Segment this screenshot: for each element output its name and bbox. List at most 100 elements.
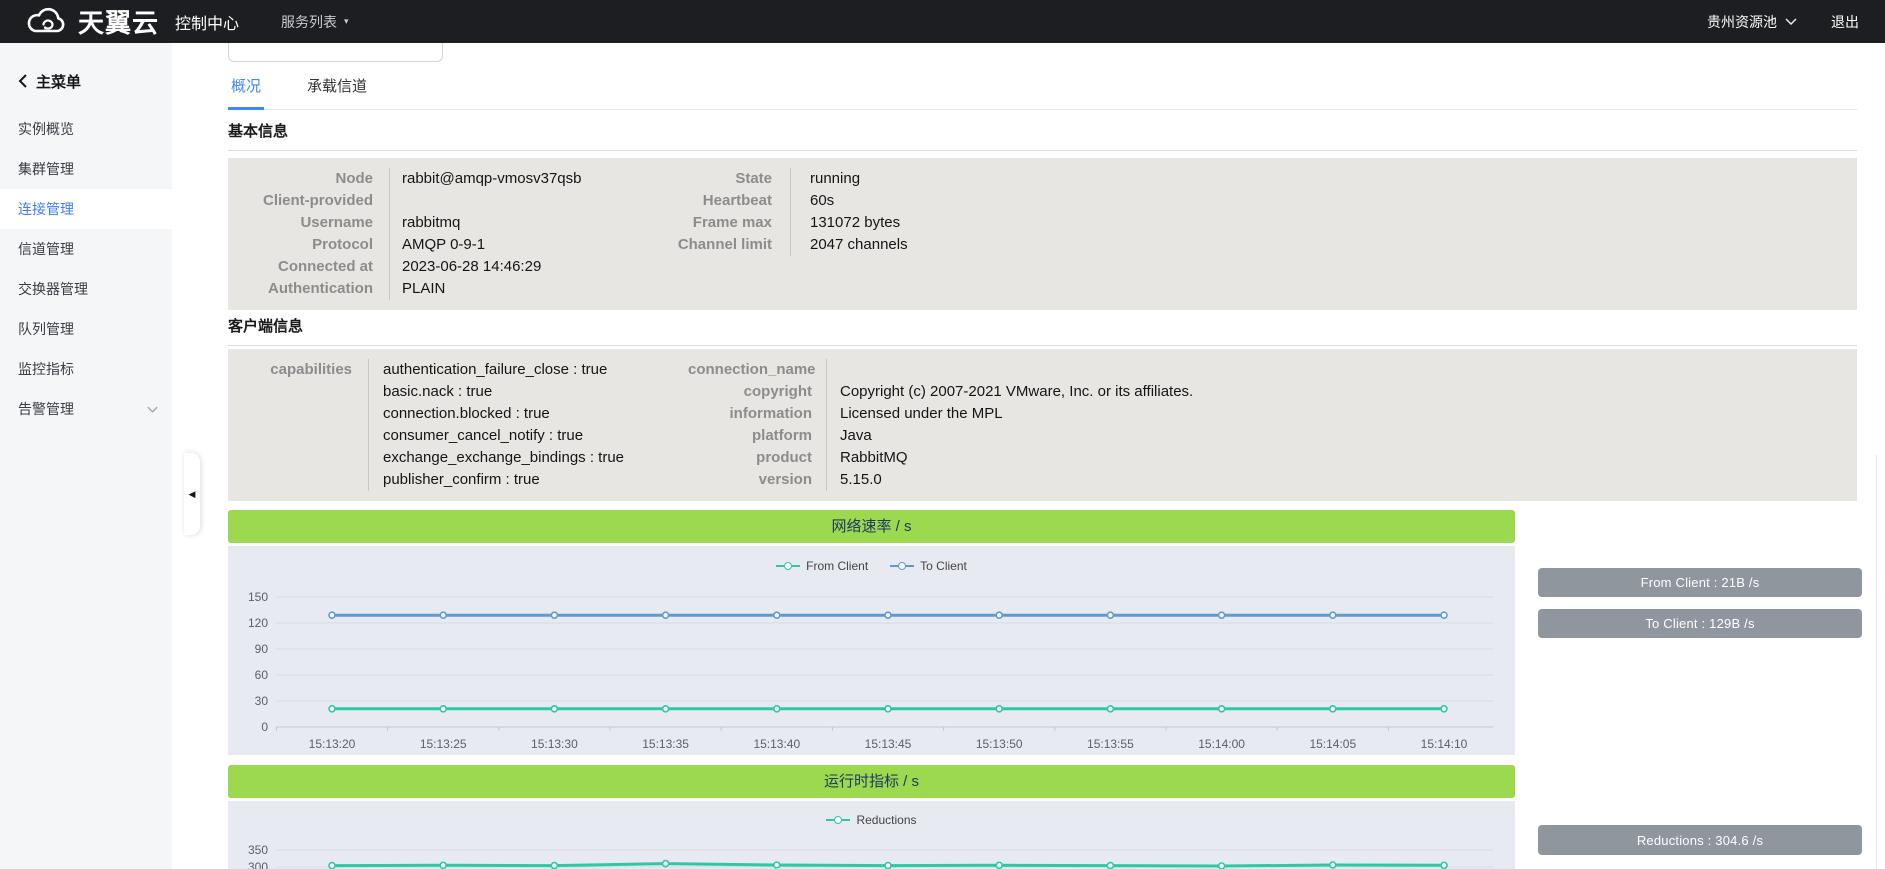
svg-text:90: 90 [255, 642, 269, 656]
svg-text:0: 0 [261, 720, 268, 734]
svg-text:15:13:50: 15:13:50 [976, 737, 1023, 751]
table-line: exchange_exchange_bindings : true [383, 447, 688, 469]
region-label: 贵州资源池 [1707, 12, 1777, 32]
legend-item-To Client[interactable]: To Client [890, 559, 967, 573]
region-selector[interactable]: 贵州资源池 [1707, 12, 1797, 32]
logout-button[interactable]: 退出 [1831, 12, 1859, 32]
sidebar-item-监控指标[interactable]: 监控指标 [0, 349, 172, 389]
chevron-down-icon [147, 406, 158, 413]
basic-info-title: 基本信息 [228, 120, 1857, 151]
connection-select[interactable] [228, 43, 443, 62]
legend-item-Reductions[interactable]: Reductions [826, 813, 916, 827]
basic-right-values: running60s131072 bytes2047 channels [790, 168, 908, 256]
sidebar-item-实例概览[interactable]: 实例概览 [0, 109, 172, 149]
table-line: version [688, 469, 812, 491]
sidebar-item-告警管理[interactable]: 告警管理 [0, 389, 172, 429]
services-menu[interactable]: 服务列表 ▾ [281, 12, 349, 32]
panel-border [1876, 455, 1877, 869]
table-line: State [661, 168, 772, 190]
sidebar-item-label: 信道管理 [18, 239, 74, 259]
table-line: Connected at [228, 256, 373, 278]
legend-item-From Client[interactable]: From Client [776, 559, 868, 573]
sidebar-item-信道管理[interactable]: 信道管理 [0, 229, 172, 269]
table-line: Username [228, 212, 373, 234]
tab-bar: 概况 承载信道 [228, 73, 1857, 110]
client-right-labels: connection_namecopyrightinformationplatf… [688, 359, 826, 491]
sidebar-item-label: 监控指标 [18, 359, 74, 379]
from-client-rate-badge: From Client : 21B /s [1538, 568, 1862, 597]
legend-marker-icon [826, 819, 850, 821]
back-to-main-menu[interactable]: 主菜单 [0, 67, 172, 95]
svg-text:30: 30 [255, 694, 269, 708]
svg-text:15:13:55: 15:13:55 [1087, 737, 1134, 751]
table-line: publisher_confirm : true [383, 469, 688, 491]
sidebar-item-label: 连接管理 [18, 199, 74, 219]
table-line: rabbit@amqp-vmosv37qsb [402, 168, 661, 190]
network-rate-plot: 150120906030015:13:2015:13:2515:13:3015:… [228, 578, 1515, 755]
runtime-metrics-chart-title: 运行时指标 / s [228, 765, 1515, 798]
table-line: 131072 bytes [810, 212, 908, 234]
sidebar-item-队列管理[interactable]: 队列管理 [0, 309, 172, 349]
tab-承载信道[interactable]: 承载信道 [304, 75, 370, 109]
client-info-table: capabilities authentication_failure_clos… [228, 349, 1857, 501]
network-rate-chart-title: 网络速率 / s [228, 510, 1515, 543]
main-content: 概况 承载信道 基本信息 NodeClient-providedUsernameP… [228, 43, 1857, 869]
runtime-metrics-chart-body: Reductions 35030025020015010050015:13:20… [228, 801, 1515, 869]
svg-text:15:14:00: 15:14:00 [1198, 737, 1245, 751]
svg-text:120: 120 [248, 616, 268, 630]
sidebar-item-连接管理[interactable]: 连接管理 [0, 189, 172, 229]
top-navbar: 天翼云 控制中心 服务列表 ▾ 贵州资源池 退出 [0, 0, 1885, 43]
table-line: Java [840, 425, 1193, 447]
legend-label: To Client [920, 559, 967, 573]
table-line: Copyright (c) 2007-2021 VMware, Inc. or … [840, 381, 1193, 403]
table-line [228, 469, 352, 491]
client-left-labels: capabilities [228, 359, 368, 491]
table-line: consumer_cancel_notify : true [383, 425, 688, 447]
network-rate-legend: From Client To Client [228, 546, 1515, 578]
svg-text:15:13:45: 15:13:45 [865, 737, 912, 751]
svg-text:15:14:05: 15:14:05 [1309, 737, 1356, 751]
sidebar-item-label: 实例概览 [18, 119, 74, 139]
table-line: authentication_failure_close : true [383, 359, 688, 381]
network-rate-chart-body: From ClientTo Client 150120906030015:13:… [228, 546, 1515, 755]
sidebar-item-label: 告警管理 [18, 399, 74, 419]
back-label: 主菜单 [36, 71, 81, 92]
network-rate-chart: 网络速率 / s From ClientTo Client 1501209060… [228, 510, 1515, 755]
brand-title: 天翼云 [78, 3, 159, 40]
basic-left-labels: NodeClient-providedUsernameProtocolConne… [228, 168, 389, 300]
table-line: product [688, 447, 812, 469]
table-line [228, 403, 352, 425]
table-line [228, 447, 352, 469]
sidebar-item-集群管理[interactable]: 集群管理 [0, 149, 172, 189]
collapse-left-icon: ◀ [189, 490, 196, 499]
table-line: information [688, 403, 812, 425]
table-line: 60s [810, 190, 908, 212]
svg-text:15:13:30: 15:13:30 [531, 737, 578, 751]
legend-label: Reductions [856, 813, 916, 827]
cloud-logo-icon [24, 7, 70, 37]
legend-label: From Client [806, 559, 868, 573]
svg-text:350: 350 [248, 843, 268, 857]
table-line: basic.nack : true [383, 381, 688, 403]
table-line: Heartbeat [661, 190, 772, 212]
sidebar-item-label: 交换器管理 [18, 279, 88, 299]
sidebar: 主菜单 实例概览集群管理连接管理信道管理交换器管理队列管理监控指标告警管理 [0, 43, 172, 869]
svg-text:15:13:25: 15:13:25 [420, 737, 467, 751]
table-line: Frame max [661, 212, 772, 234]
table-line: running [810, 168, 908, 190]
sidebar-collapse-handle[interactable]: ◀ [184, 453, 200, 535]
runtime-metrics-legend: Reductions [228, 801, 1515, 833]
sidebar-item-交换器管理[interactable]: 交换器管理 [0, 269, 172, 309]
table-line: Channel limit [661, 234, 772, 256]
runtime-metrics-plot: 35030025020015010050015:13:2015:13:2515:… [228, 833, 1515, 869]
services-label: 服务列表 [281, 12, 337, 32]
basic-left-values: rabbit@amqp-vmosv37qsb rabbitmqAMQP 0-9-… [389, 168, 661, 300]
table-line: Node [228, 168, 373, 190]
basic-info-table: NodeClient-providedUsernameProtocolConne… [228, 158, 1857, 310]
tab-概况[interactable]: 概况 [228, 75, 264, 109]
table-line: rabbitmq [402, 212, 661, 234]
table-line: 5.15.0 [840, 469, 1193, 491]
to-client-rate-badge: To Client : 129B /s [1538, 609, 1862, 638]
reductions-rate-badge: Reductions : 304.6 /s [1538, 825, 1862, 855]
svg-text:150: 150 [248, 590, 268, 604]
